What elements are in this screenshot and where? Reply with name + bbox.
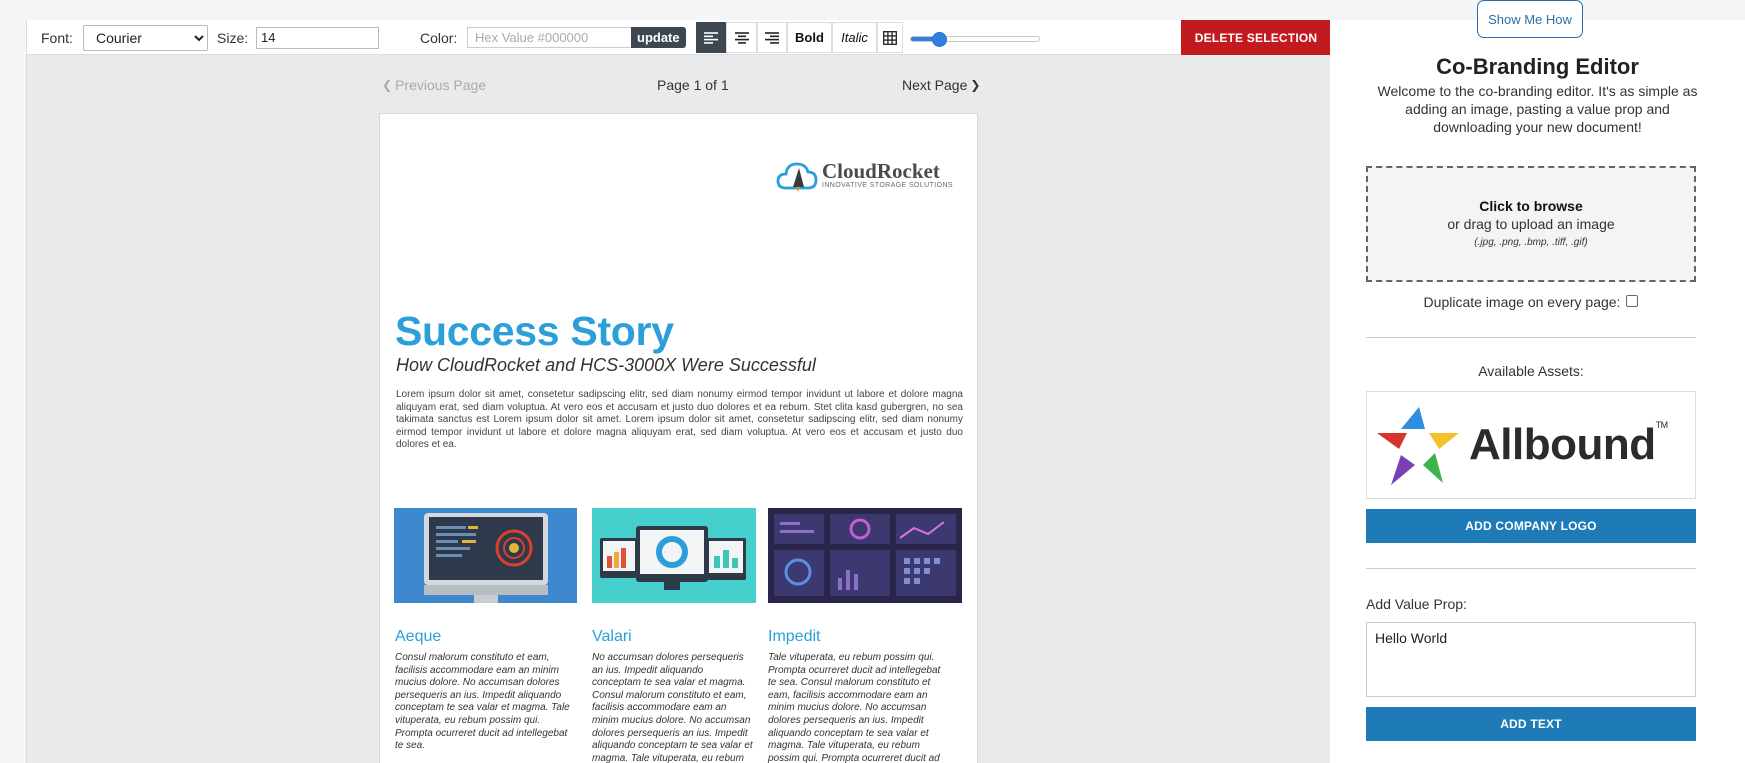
column-heading-1[interactable]: Aeque — [395, 628, 441, 646]
chevron-right-icon: ❯ — [970, 78, 981, 92]
column-heading-2[interactable]: Valari — [592, 628, 632, 646]
align-right-icon — [765, 31, 779, 44]
value-prop-label: Add Value Prop: — [1366, 596, 1467, 612]
duplicate-image-label: Duplicate image on every page: — [1423, 294, 1621, 310]
delete-selection-button[interactable]: DELETE SELECTION — [1181, 20, 1331, 55]
size-label: Size: — [217, 29, 249, 46]
available-assets-label: Available Assets: — [1478, 363, 1584, 379]
column-text-1[interactable]: Consul malorum constituto et eam, facili… — [395, 652, 575, 753]
zoom-slider-thumb[interactable] — [931, 32, 947, 47]
chevron-left-icon: ❮ — [382, 78, 393, 92]
asset-allbound-logo[interactable]: AllboundTM — [1366, 391, 1696, 499]
zoom-slider[interactable] — [910, 32, 1040, 47]
upload-formats-label: (.jpg, .png, .bmp, .tiff, .gif) — [1474, 237, 1588, 248]
column-text-3[interactable]: Tale vituperata, eu rebum possim qui. Pr… — [768, 652, 943, 763]
dashboard-image — [774, 514, 956, 596]
font-label-wrap: Font: — [41, 20, 73, 55]
next-page-label: Next Page — [902, 77, 968, 93]
color-label: Color: — [420, 29, 458, 46]
cloudrocket-logo[interactable]: CloudRocket INNOVATIVE STORAGE SOLUTIONS — [776, 158, 953, 192]
upload-drag-label: or drag to upload an image — [1447, 216, 1615, 232]
asset-trademark: TM — [1655, 420, 1669, 430]
italic-button[interactable]: Italic — [832, 22, 877, 53]
size-input-wrap — [256, 20, 379, 55]
value-prop-input[interactable]: Hello World — [1366, 622, 1696, 697]
monitor-illustration[interactable] — [394, 508, 577, 603]
devices-image — [600, 526, 746, 590]
devices-illustration[interactable] — [592, 508, 756, 603]
grid-icon — [883, 30, 897, 45]
font-select[interactable]: Courier — [83, 24, 208, 51]
monitor-image — [424, 513, 548, 603]
logo-tagline: INNOVATIVE STORAGE SOLUTIONS — [822, 182, 953, 189]
align-right-button[interactable] — [757, 22, 787, 53]
previous-page-label: Previous Page — [395, 77, 487, 93]
align-center-icon — [734, 31, 749, 44]
align-left-button[interactable] — [696, 22, 726, 53]
toolbar: Font: Courier Size: Color: update B — [27, 20, 1331, 55]
bold-button[interactable]: Bold — [787, 22, 832, 53]
hex-color-input[interactable] — [467, 27, 631, 48]
font-label: Font: — [41, 29, 73, 46]
dashboard-illustration[interactable] — [768, 508, 962, 603]
asset-name-text: Allbound — [1469, 420, 1656, 469]
sidebar-intro: Welcome to the co-branding editor. It's … — [1377, 83, 1698, 135]
add-text-button[interactable]: ADD TEXT — [1366, 707, 1696, 741]
next-page-button[interactable]: Next Page ❯ — [902, 75, 980, 95]
color-label-wrap: Color: — [420, 20, 457, 55]
document-body-text[interactable]: Lorem ipsum dolor sit amet, consetetur s… — [396, 389, 963, 452]
column-heading-3[interactable]: Impedit — [768, 628, 820, 646]
sidebar-title: Co-Branding Editor — [1436, 54, 1639, 79]
page-status: Page 1 of 1 — [657, 77, 729, 93]
allbound-star-icon — [1377, 407, 1459, 485]
previous-page-button[interactable]: ❮ Previous Page — [382, 75, 486, 95]
size-input[interactable] — [256, 26, 379, 49]
duplicate-image-checkbox[interactable] — [1626, 294, 1639, 307]
image-upload-dropzone[interactable]: Click to browse or drag to upload an ima… — [1366, 166, 1696, 282]
align-left-icon — [704, 31, 718, 44]
document-page[interactable]: CloudRocket INNOVATIVE STORAGE SOLUTIONS… — [379, 113, 978, 763]
add-company-logo-button[interactable]: ADD COMPANY LOGO — [1366, 509, 1696, 543]
show-me-how-button[interactable]: Show Me How — [1477, 0, 1583, 38]
document-subtitle[interactable]: How CloudRocket and HCS-3000X Were Succe… — [396, 355, 816, 376]
logo-name: CloudRocket — [822, 159, 940, 183]
document-title[interactable]: Success Story — [395, 308, 674, 355]
update-color-button[interactable]: update — [631, 27, 686, 48]
cloud-rocket-icon — [776, 162, 818, 192]
logo-text: CloudRocket INNOVATIVE STORAGE SOLUTIONS — [822, 159, 953, 190]
align-center-button[interactable] — [726, 22, 757, 53]
duplicate-image-row: Duplicate image on every page: — [1366, 294, 1696, 310]
grid-button[interactable] — [877, 22, 903, 53]
column-text-2[interactable]: No accumsan dolores persequeris an ius. … — [592, 652, 754, 763]
upload-browse-label: Click to browse — [1479, 198, 1583, 214]
sidebar-divider-2 — [1366, 568, 1696, 569]
color-input-wrap: update — [467, 20, 686, 55]
sidebar-divider-1 — [1366, 337, 1696, 338]
font-select-wrap: Courier — [83, 20, 208, 55]
editor-area: Font: Courier Size: Color: update B — [26, 20, 1331, 763]
asset-name: AllboundTM — [1469, 420, 1668, 470]
size-label-wrap: Size: — [217, 20, 248, 55]
